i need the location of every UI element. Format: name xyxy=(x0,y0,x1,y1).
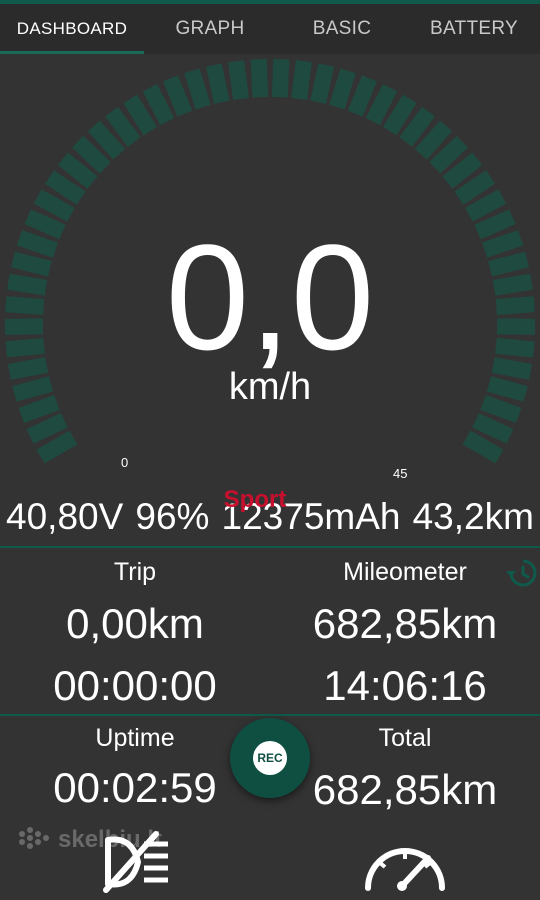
gauge-segment xyxy=(142,84,175,126)
trip-distance: 0,00km xyxy=(66,600,204,647)
trip-label: Trip xyxy=(113,558,157,586)
light-off-icon[interactable] xyxy=(98,830,174,894)
gauge-segment xyxy=(365,84,398,126)
gauge-segment xyxy=(163,75,193,117)
gauge-segment xyxy=(347,75,377,117)
gauge-segment xyxy=(45,170,86,205)
gauge-segment xyxy=(36,430,78,464)
tab-basic[interactable]: BASIC xyxy=(276,4,408,54)
gauge-segment xyxy=(472,413,514,444)
mileometer-time: 14:06:16 xyxy=(323,662,487,709)
gauge-segment xyxy=(454,170,495,205)
gauge-segment xyxy=(228,60,249,100)
tab-bar: DASHBOARD GRAPH BASIC BATTERY xyxy=(0,4,540,54)
gauge-segment xyxy=(382,94,417,136)
mileometer-label: Mileometer xyxy=(343,558,467,586)
gauge-segment xyxy=(465,189,507,222)
tab-battery[interactable]: BATTERY xyxy=(408,4,540,54)
mileometer-distance: 682,85km xyxy=(312,600,498,647)
ride-mode-label: Sport xyxy=(223,486,287,513)
gauge-segment xyxy=(33,189,75,222)
divider-top xyxy=(0,546,540,548)
gauge-segment xyxy=(26,413,68,444)
total-distance: 682,85km xyxy=(312,766,498,813)
gauge-segment xyxy=(123,94,158,136)
tab-graph[interactable]: GRAPH xyxy=(144,4,276,54)
gauge-segment xyxy=(184,68,211,110)
gauge-segment xyxy=(462,430,504,464)
record-button[interactable]: REC xyxy=(230,718,310,798)
gauge-segment xyxy=(271,58,290,98)
speed-value: 0,0 xyxy=(165,213,375,381)
gauge-segment xyxy=(205,63,230,104)
gauge-segment xyxy=(250,58,269,98)
trip-time: 00:00:00 xyxy=(53,662,217,709)
gauge-scale-max: 45 xyxy=(393,466,408,481)
total-label: Total xyxy=(378,724,432,752)
speedometer-icon[interactable] xyxy=(362,832,448,894)
gauge-segment xyxy=(310,63,335,104)
divider-middle xyxy=(0,714,540,716)
speed-unit: km/h xyxy=(228,366,312,408)
uptime-label: Uptime xyxy=(95,724,175,752)
uptime-time: 00:02:59 xyxy=(53,764,217,811)
record-button-label: REC xyxy=(253,741,287,775)
gauge-scale-min: 0 xyxy=(121,455,129,470)
watermark-dots-icon xyxy=(19,827,49,849)
tab-dashboard[interactable]: DASHBOARD xyxy=(0,4,144,54)
gauge-segment xyxy=(329,68,356,110)
gauge-segment xyxy=(291,60,312,100)
history-icon[interactable] xyxy=(504,556,538,590)
